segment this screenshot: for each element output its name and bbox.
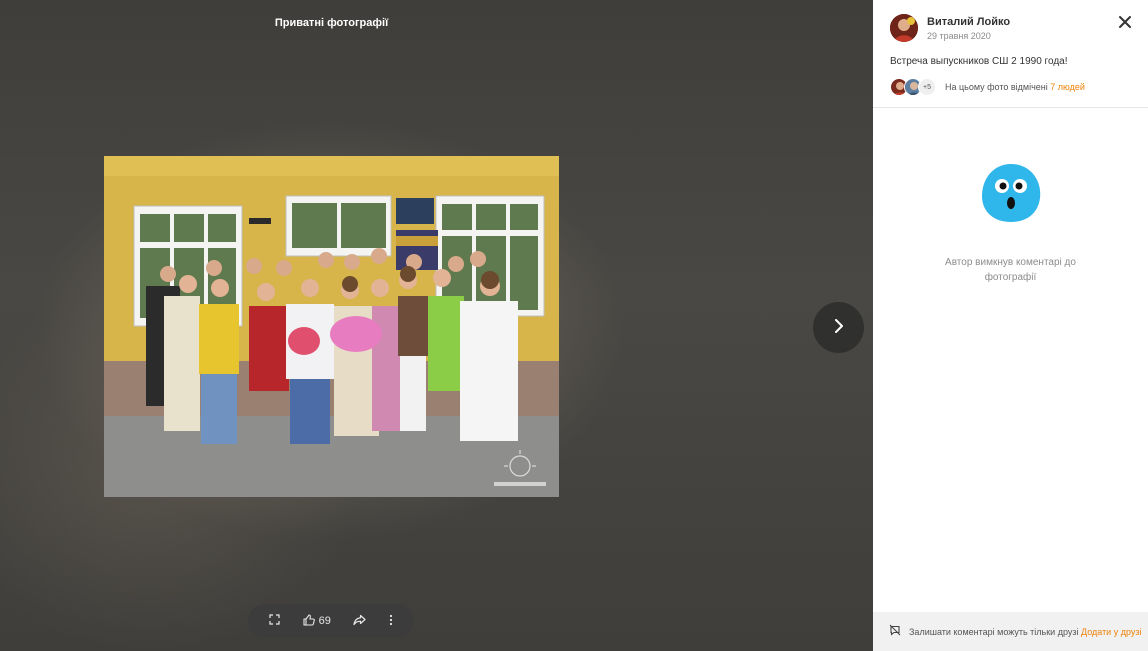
- author-avatar[interactable]: [890, 14, 918, 42]
- album-title: Приватні фотографії: [274, 17, 389, 29]
- comments-restriction-footer: Залишати коментарі можуть тільки друзі Д…: [873, 612, 1148, 651]
- photo-viewer: Приватні фотографії 69: [0, 0, 873, 651]
- author-name[interactable]: Виталий Лойко: [927, 16, 1010, 28]
- likes-count: 69: [318, 615, 331, 627]
- surprised-mascot-icon: [978, 164, 1044, 230]
- next-photo-button[interactable]: [813, 302, 864, 353]
- share-icon: [353, 614, 366, 629]
- author-row: Виталий Лойко 29 травня 2020: [890, 14, 1131, 42]
- tagged-people-link[interactable]: 7 людей: [1050, 82, 1085, 92]
- comments-disabled-block: Автор вимкнув коментарі до фотографії: [873, 160, 1148, 285]
- footer-label: Залишати коментарі можуть тільки друзі: [909, 626, 1079, 637]
- photo-toolbar: 69: [248, 604, 414, 638]
- photo-info-panel: Виталий Лойко 29 травня 2020 Встреча вып…: [873, 0, 1148, 651]
- comments-off-icon: [889, 623, 901, 641]
- close-icon: [1118, 16, 1132, 33]
- close-button[interactable]: [1118, 15, 1134, 31]
- add-friend-link[interactable]: Додати у друзі: [1081, 627, 1142, 637]
- more-vertical-icon: [389, 614, 393, 629]
- thumbs-up-icon: [303, 613, 315, 629]
- share-button[interactable]: [353, 614, 366, 629]
- fullscreen-button[interactable]: [269, 614, 280, 628]
- post-date: 29 травня 2020: [927, 30, 991, 41]
- tagged-label: На цьому фото відмічені: [945, 82, 1048, 92]
- more-options-button[interactable]: [389, 614, 393, 629]
- panel-header: Виталий Лойко 29 травня 2020 Встреча вып…: [873, 0, 1148, 108]
- tagged-people-row[interactable]: +5 На цьому фото відмічені 7 людей: [890, 78, 1131, 96]
- like-button[interactable]: 69: [303, 613, 331, 629]
- tagged-more-count: +5: [918, 78, 936, 96]
- photo-caption: Встреча выпускников СШ 2 1990 года!: [890, 56, 1068, 67]
- group-photo-image: [104, 156, 559, 497]
- comments-disabled-text: Автор вимкнув коментарі до фотографії: [945, 257, 1076, 283]
- chevron-right-icon: [832, 319, 846, 336]
- fullscreen-icon: [269, 614, 280, 628]
- footer-text: Залишати коментарі можуть тільки друзі Д…: [909, 627, 1142, 637]
- photo[interactable]: [104, 156, 559, 497]
- tagged-text: На цьому фото відмічені 7 людей: [945, 82, 1085, 92]
